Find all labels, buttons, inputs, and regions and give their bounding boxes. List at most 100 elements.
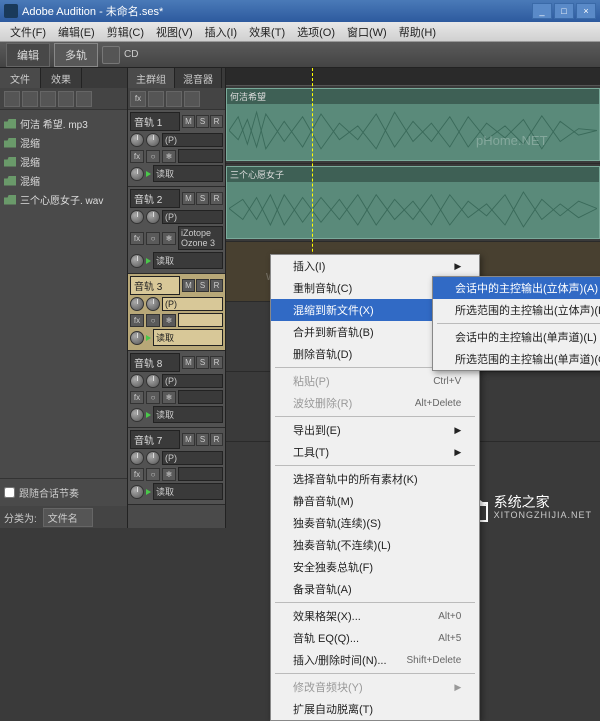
track-r-button[interactable]: R [210, 192, 223, 205]
checkbox[interactable] [4, 487, 15, 498]
track-input[interactable]: (P) [162, 297, 223, 311]
close-button[interactable]: × [576, 3, 596, 19]
tab-multitrack[interactable]: 多轨 [54, 43, 98, 67]
options-icon[interactable] [76, 91, 92, 107]
track-name[interactable]: 音轨 2 [130, 189, 180, 208]
pan-knob[interactable] [146, 451, 160, 465]
fx-slot[interactable] [178, 467, 223, 481]
eq-icon[interactable] [166, 91, 182, 107]
wave-track-2[interactable]: 三个心愿女子 [226, 164, 600, 242]
route-select[interactable]: 读取 [153, 252, 223, 269]
file-item[interactable]: 混缩 [4, 171, 123, 190]
track-strip[interactable]: 音轨 7 MSR (P) fx ○ ❄ 读取 [128, 428, 225, 505]
tab-cd[interactable]: CD [124, 49, 138, 60]
track-s-button[interactable]: S [196, 356, 209, 369]
menu-item[interactable]: 静音音轨(M) [271, 490, 479, 512]
file-item[interactable]: 三个心愿女子. wav [4, 190, 123, 209]
freeze-button[interactable]: ❄ [162, 150, 176, 163]
menu-item[interactable]: 会话中的主控输出(单声道)(L) [433, 326, 600, 348]
wave-track-1[interactable]: 何洁希望 [226, 86, 600, 164]
menu-edit[interactable]: 编辑(E) [52, 24, 101, 40]
track-input[interactable]: (P) [162, 451, 223, 465]
fx-slot[interactable] [178, 390, 223, 404]
menu-options[interactable]: 选项(O) [291, 24, 341, 40]
send-knob[interactable] [130, 408, 144, 422]
freeze-button[interactable]: ❄ [162, 232, 176, 245]
insert-icon[interactable] [58, 91, 74, 107]
menu-item[interactable]: 所选范围的主控输出(立体声)(R) [433, 299, 600, 321]
track-strip[interactable]: 音轨 3 MSR (P) fx ○ ❄ 读取 [128, 274, 225, 351]
route-select[interactable]: 读取 [153, 329, 223, 346]
track-name[interactable]: 音轨 7 [130, 430, 180, 449]
power-button[interactable]: ○ [146, 314, 160, 327]
fx-button[interactable]: fx [130, 232, 144, 245]
menu-item[interactable]: 效果格架(X)...Alt+0 [271, 605, 479, 627]
follow-session-checkbox[interactable]: 跟随合话节奏 [0, 478, 127, 506]
track-r-button[interactable]: R [210, 356, 223, 369]
menu-item[interactable]: 插入(I)▶ [271, 255, 479, 277]
file-item[interactable]: 何洁 希望. mp3 [4, 114, 123, 133]
fx-button[interactable]: fx [130, 468, 144, 481]
menu-item[interactable]: 备录音轨(A) [271, 578, 479, 600]
power-button[interactable]: ○ [146, 468, 160, 481]
route-select[interactable]: 读取 [153, 483, 223, 500]
menu-view[interactable]: 视图(V) [150, 24, 199, 40]
track-s-button[interactable]: S [196, 279, 209, 292]
power-button[interactable]: ○ [146, 391, 160, 404]
file-item[interactable]: 混缩 [4, 152, 123, 171]
freeze-button[interactable]: ❄ [162, 314, 176, 327]
expand-icon[interactable] [184, 91, 200, 107]
volume-knob[interactable] [130, 297, 144, 311]
menu-clip[interactable]: 剪辑(C) [101, 24, 150, 40]
volume-knob[interactable] [130, 374, 144, 388]
send-knob[interactable] [130, 167, 144, 181]
menu-item[interactable]: 安全独奏总轨(F) [271, 556, 479, 578]
route-select[interactable]: 读取 [153, 406, 223, 423]
track-name[interactable]: 音轨 1 [130, 112, 180, 131]
track-name[interactable]: 音轨 8 [130, 353, 180, 372]
fx-button[interactable]: fx [130, 150, 144, 163]
pan-knob[interactable] [146, 133, 160, 147]
track-s-button[interactable]: S [196, 433, 209, 446]
track-name[interactable]: 音轨 3 [130, 276, 180, 295]
fx-slot[interactable]: iZotope Ozone 3 [178, 226, 223, 250]
sort-select[interactable]: 文件名 [43, 508, 93, 527]
track-r-button[interactable]: R [210, 115, 223, 128]
menu-effects[interactable]: 效果(T) [243, 24, 291, 40]
track-m-button[interactable]: M [182, 115, 195, 128]
track-r-button[interactable]: R [210, 433, 223, 446]
track-s-button[interactable]: S [196, 115, 209, 128]
track-m-button[interactable]: M [182, 433, 195, 446]
menu-item[interactable]: 工具(T)▶ [271, 441, 479, 463]
menu-insert[interactable]: 插入(I) [199, 24, 243, 40]
track-m-button[interactable]: M [182, 356, 195, 369]
send-icon[interactable] [148, 91, 164, 107]
menu-item[interactable]: 独奏音轨(不连续)(L) [271, 534, 479, 556]
close-file-icon[interactable] [22, 91, 38, 107]
volume-knob[interactable] [130, 451, 144, 465]
menu-item[interactable]: 会话中的主控输出(立体声)(A) [433, 277, 600, 299]
fx-slot[interactable] [178, 149, 223, 163]
freeze-button[interactable]: ❄ [162, 391, 176, 404]
volume-knob[interactable] [130, 133, 144, 147]
pan-knob[interactable] [146, 374, 160, 388]
menu-item[interactable]: 选择音轨中的所有素材(K) [271, 468, 479, 490]
track-input[interactable]: (P) [162, 210, 223, 224]
track-m-button[interactable]: M [182, 192, 195, 205]
timeline[interactable] [226, 68, 600, 86]
volume-knob[interactable] [130, 210, 144, 224]
menu-file[interactable]: 文件(F) [4, 24, 52, 40]
track-strip[interactable]: 音轨 1 MSR (P) fx ○ ❄ 读取 [128, 110, 225, 187]
import-icon[interactable] [4, 91, 20, 107]
freeze-button[interactable]: ❄ [162, 468, 176, 481]
menu-help[interactable]: 帮助(H) [393, 24, 442, 40]
power-button[interactable]: ○ [146, 232, 160, 245]
tab-effects[interactable]: 效果 [41, 68, 82, 88]
power-button[interactable]: ○ [146, 150, 160, 163]
fx-button[interactable]: fx [130, 391, 144, 404]
track-strip[interactable]: 音轨 8 MSR (P) fx ○ ❄ 读取 [128, 351, 225, 428]
send-knob[interactable] [130, 485, 144, 499]
fx-button[interactable]: fx [130, 314, 144, 327]
menu-item[interactable]: 所选范围的主控输出(单声道)(G) [433, 348, 600, 370]
file-item[interactable]: 混缩 [4, 133, 123, 152]
